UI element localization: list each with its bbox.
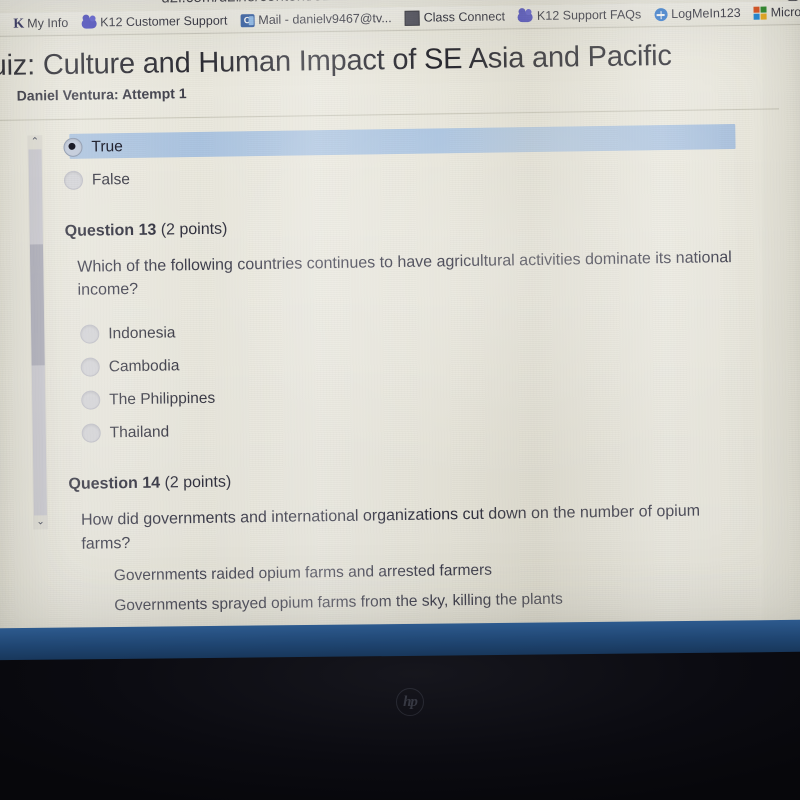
option-label: The Philippines bbox=[109, 389, 216, 409]
k12-logo-icon: K bbox=[13, 16, 24, 32]
selection-highlight bbox=[69, 124, 736, 159]
scrollbar-track[interactable] bbox=[28, 149, 47, 516]
cloud-icon bbox=[81, 17, 97, 29]
bookmark-class-connect[interactable]: Class Connect bbox=[404, 9, 506, 26]
radio-icon[interactable] bbox=[81, 423, 101, 444]
question-number: Question 14 bbox=[68, 474, 161, 494]
bookmark-label: LogMeIn123 bbox=[671, 6, 741, 22]
hp-logo: hp bbox=[396, 688, 424, 716]
question-13-text: Which of the following countries continu… bbox=[77, 249, 732, 299]
attempt-subtitle: Daniel Ventura: Attempt 1 bbox=[16, 85, 187, 104]
bookmark-label: Class Connect bbox=[423, 9, 506, 25]
bookmark-k12-support-faqs[interactable]: K12 Support FAQs bbox=[517, 7, 642, 24]
bookmark-label: K12 Support FAQs bbox=[536, 7, 642, 24]
question-number: Question 13 bbox=[64, 221, 157, 240]
radio-icon[interactable] bbox=[80, 324, 100, 345]
cloud-icon bbox=[517, 11, 534, 22]
question-13-header: Question 13 (2 points) bbox=[65, 212, 789, 241]
outlook-icon: O bbox=[240, 14, 255, 28]
bookmark-mail[interactable]: O Mail - danielv9467@tv... bbox=[240, 11, 392, 28]
bookmark-label: My Info bbox=[27, 16, 69, 31]
square-icon bbox=[404, 10, 420, 26]
option-label: False bbox=[91, 170, 130, 189]
radio-icon[interactable] bbox=[63, 170, 84, 190]
questions-container: True False Question 13 (2 points) Which … bbox=[63, 120, 794, 615]
option-sprayed-farms[interactable]: Governments sprayed opium farms from the… bbox=[114, 587, 794, 615]
bookmark-microsoft-office-365[interactable]: Microsoft Office 365 bbox=[753, 4, 800, 20]
laptop-screen: d2l.com/d2l/le/content/512447/ViewConten… bbox=[0, 0, 800, 645]
laptop-screen-photo: d2l.com/d2l/le/content/512447/ViewConten… bbox=[0, 0, 800, 800]
scrollbar-thumb[interactable] bbox=[29, 244, 45, 366]
quiz-page: Quiz: Culture and Human Impact of SE Asi… bbox=[0, 24, 800, 644]
radio-icon[interactable] bbox=[81, 390, 101, 411]
bookmark-logmein123[interactable]: LogMeIn123 bbox=[654, 6, 741, 22]
question-14-options: Governments raided opium farms and arres… bbox=[70, 557, 795, 616]
question-14-header: Question 14 (2 points) bbox=[68, 466, 792, 495]
bookmark-label: K12 Customer Support bbox=[100, 13, 228, 30]
bookmark-my-info[interactable]: K My Info bbox=[13, 16, 69, 32]
bookmark-label: Mail - danielv9467@tv... bbox=[258, 11, 392, 28]
title-divider bbox=[0, 108, 780, 122]
option-label: Thailand bbox=[109, 423, 170, 442]
question-points: (2 points) bbox=[164, 473, 232, 492]
option-label: Indonesia bbox=[108, 324, 176, 343]
microsoft-icon bbox=[753, 6, 767, 20]
scroll-down-arrow-icon[interactable]: ⌄ bbox=[33, 515, 48, 529]
question-13-options: Indonesia Cambodia The Philippines Thail… bbox=[80, 308, 792, 451]
question-14-text: How did governments and international or… bbox=[80, 502, 701, 553]
option-label: True bbox=[91, 137, 123, 156]
scroll-up-arrow-icon[interactable]: ⌃ bbox=[27, 135, 42, 149]
bookmark-label: Microsoft Office 365 bbox=[770, 4, 800, 20]
laptop-lower-bezel bbox=[0, 651, 800, 800]
page-title: Quiz: Culture and Human Impact of SE Asi… bbox=[0, 39, 672, 83]
bookmark-k12-customer-support[interactable]: K12 Customer Support bbox=[81, 13, 228, 30]
option-raided-farms[interactable]: Governments raided opium farms and arres… bbox=[114, 557, 794, 585]
circle-plus-icon bbox=[654, 8, 668, 22]
quiz-scrollbar[interactable]: ⌃ ⌄ bbox=[27, 135, 49, 530]
radio-icon[interactable] bbox=[80, 357, 100, 378]
question-points: (2 points) bbox=[160, 220, 228, 239]
option-label: Cambodia bbox=[108, 357, 180, 376]
